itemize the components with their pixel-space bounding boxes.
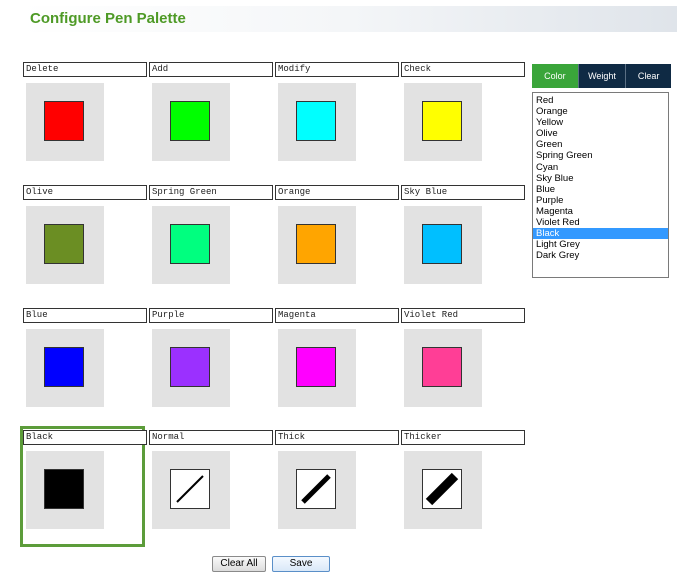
color-swatch-spring-green[interactable]	[170, 224, 210, 264]
weight-swatch-thick[interactable]	[296, 469, 336, 509]
color-swatch-delete[interactable]	[44, 101, 84, 141]
pen-label-input-blue[interactable]	[23, 308, 147, 323]
pen-cell-spring-green[interactable]	[152, 206, 230, 284]
list-item-magenta[interactable]: Magenta	[533, 206, 668, 217]
color-swatch-check[interactable]	[422, 101, 462, 141]
color-swatch-add[interactable]	[170, 101, 210, 141]
color-swatch-violet-red[interactable]	[422, 347, 462, 387]
save-button[interactable]: Save	[272, 556, 330, 572]
color-swatch-blue[interactable]	[44, 347, 84, 387]
pen-label-input-modify[interactable]	[275, 62, 399, 77]
pen-cell-thicker[interactable]	[404, 451, 482, 529]
list-item-purple[interactable]: Purple	[533, 195, 668, 206]
pen-label-input-delete[interactable]	[23, 62, 147, 77]
color-swatch-modify[interactable]	[296, 101, 336, 141]
pen-cell-check[interactable]	[404, 83, 482, 161]
pen-cell-blue[interactable]	[26, 329, 104, 407]
color-swatch-magenta[interactable]	[296, 347, 336, 387]
pen-label-input-orange[interactable]	[275, 185, 399, 200]
list-item-olive[interactable]: Olive	[533, 128, 668, 139]
pen-label-input-normal[interactable]	[149, 430, 273, 445]
tab-weight[interactable]: Weight	[577, 64, 626, 88]
list-item-blue[interactable]: Blue	[533, 184, 668, 195]
color-swatch-black[interactable]	[44, 469, 84, 509]
pen-label-input-spring-green[interactable]	[149, 185, 273, 200]
pen-cell-violet-red[interactable]	[404, 329, 482, 407]
diagonal-line-icon	[176, 475, 204, 503]
pen-label-input-thick[interactable]	[275, 430, 399, 445]
pen-cell-delete[interactable]	[26, 83, 104, 161]
clear-all-button[interactable]: Clear All	[212, 556, 266, 572]
pen-cell-modify[interactable]	[278, 83, 356, 161]
pen-label-input-check[interactable]	[401, 62, 525, 77]
color-swatch-olive[interactable]	[44, 224, 84, 264]
pen-label-input-sky-blue[interactable]	[401, 185, 525, 200]
pen-cell-orange[interactable]	[278, 206, 356, 284]
tab-color[interactable]: Color	[532, 64, 578, 88]
pen-label-input-add[interactable]	[149, 62, 273, 77]
tab-clear[interactable]: Clear	[625, 64, 671, 88]
pen-cell-normal[interactable]	[152, 451, 230, 529]
diagonal-line-icon	[301, 474, 331, 504]
pen-label-input-purple[interactable]	[149, 308, 273, 323]
list-item-sky-blue[interactable]: Sky Blue	[533, 173, 668, 184]
pen-cell-olive[interactable]	[26, 206, 104, 284]
list-item-violet-red[interactable]: Violet Red	[533, 217, 668, 228]
color-swatch-sky-blue[interactable]	[422, 224, 462, 264]
pen-cell-magenta[interactable]	[278, 329, 356, 407]
list-item-dark-grey[interactable]: Dark Grey	[533, 250, 668, 261]
pen-label-input-olive[interactable]	[23, 185, 147, 200]
diagonal-line-icon	[425, 472, 459, 506]
list-item-red[interactable]: Red	[533, 95, 668, 106]
pen-cell-thick[interactable]	[278, 451, 356, 529]
pen-cell-add[interactable]	[152, 83, 230, 161]
color-swatch-purple[interactable]	[170, 347, 210, 387]
weight-swatch-thicker[interactable]	[422, 469, 462, 509]
header-bar: Configure Pen Palette	[20, 6, 677, 32]
list-item-light-grey[interactable]: Light Grey	[533, 239, 668, 250]
pen-label-input-thicker[interactable]	[401, 430, 525, 445]
pen-cell-purple[interactable]	[152, 329, 230, 407]
pen-label-input-violet-red[interactable]	[401, 308, 525, 323]
list-item-green[interactable]: Green	[533, 139, 668, 150]
list-item-yellow[interactable]: Yellow	[533, 117, 668, 128]
list-item-spring-green[interactable]: Spring Green	[533, 150, 668, 161]
list-item-cyan[interactable]: Cyan	[533, 162, 668, 173]
panel-tabs: Color Weight Clear	[532, 64, 671, 88]
weight-swatch-normal[interactable]	[170, 469, 210, 509]
color-listbox[interactable]: Red Orange Yellow Olive Green Spring Green Cya…	[532, 92, 669, 278]
page-title: Configure Pen Palette	[30, 10, 186, 27]
list-item-black[interactable]: Black	[533, 228, 668, 240]
color-swatch-orange[interactable]	[296, 224, 336, 264]
pen-label-input-black[interactable]	[23, 430, 147, 445]
pen-cell-black[interactable]	[26, 451, 104, 529]
list-item-orange[interactable]: Orange	[533, 106, 668, 117]
pen-label-input-magenta[interactable]	[275, 308, 399, 323]
pen-cell-sky-blue[interactable]	[404, 206, 482, 284]
